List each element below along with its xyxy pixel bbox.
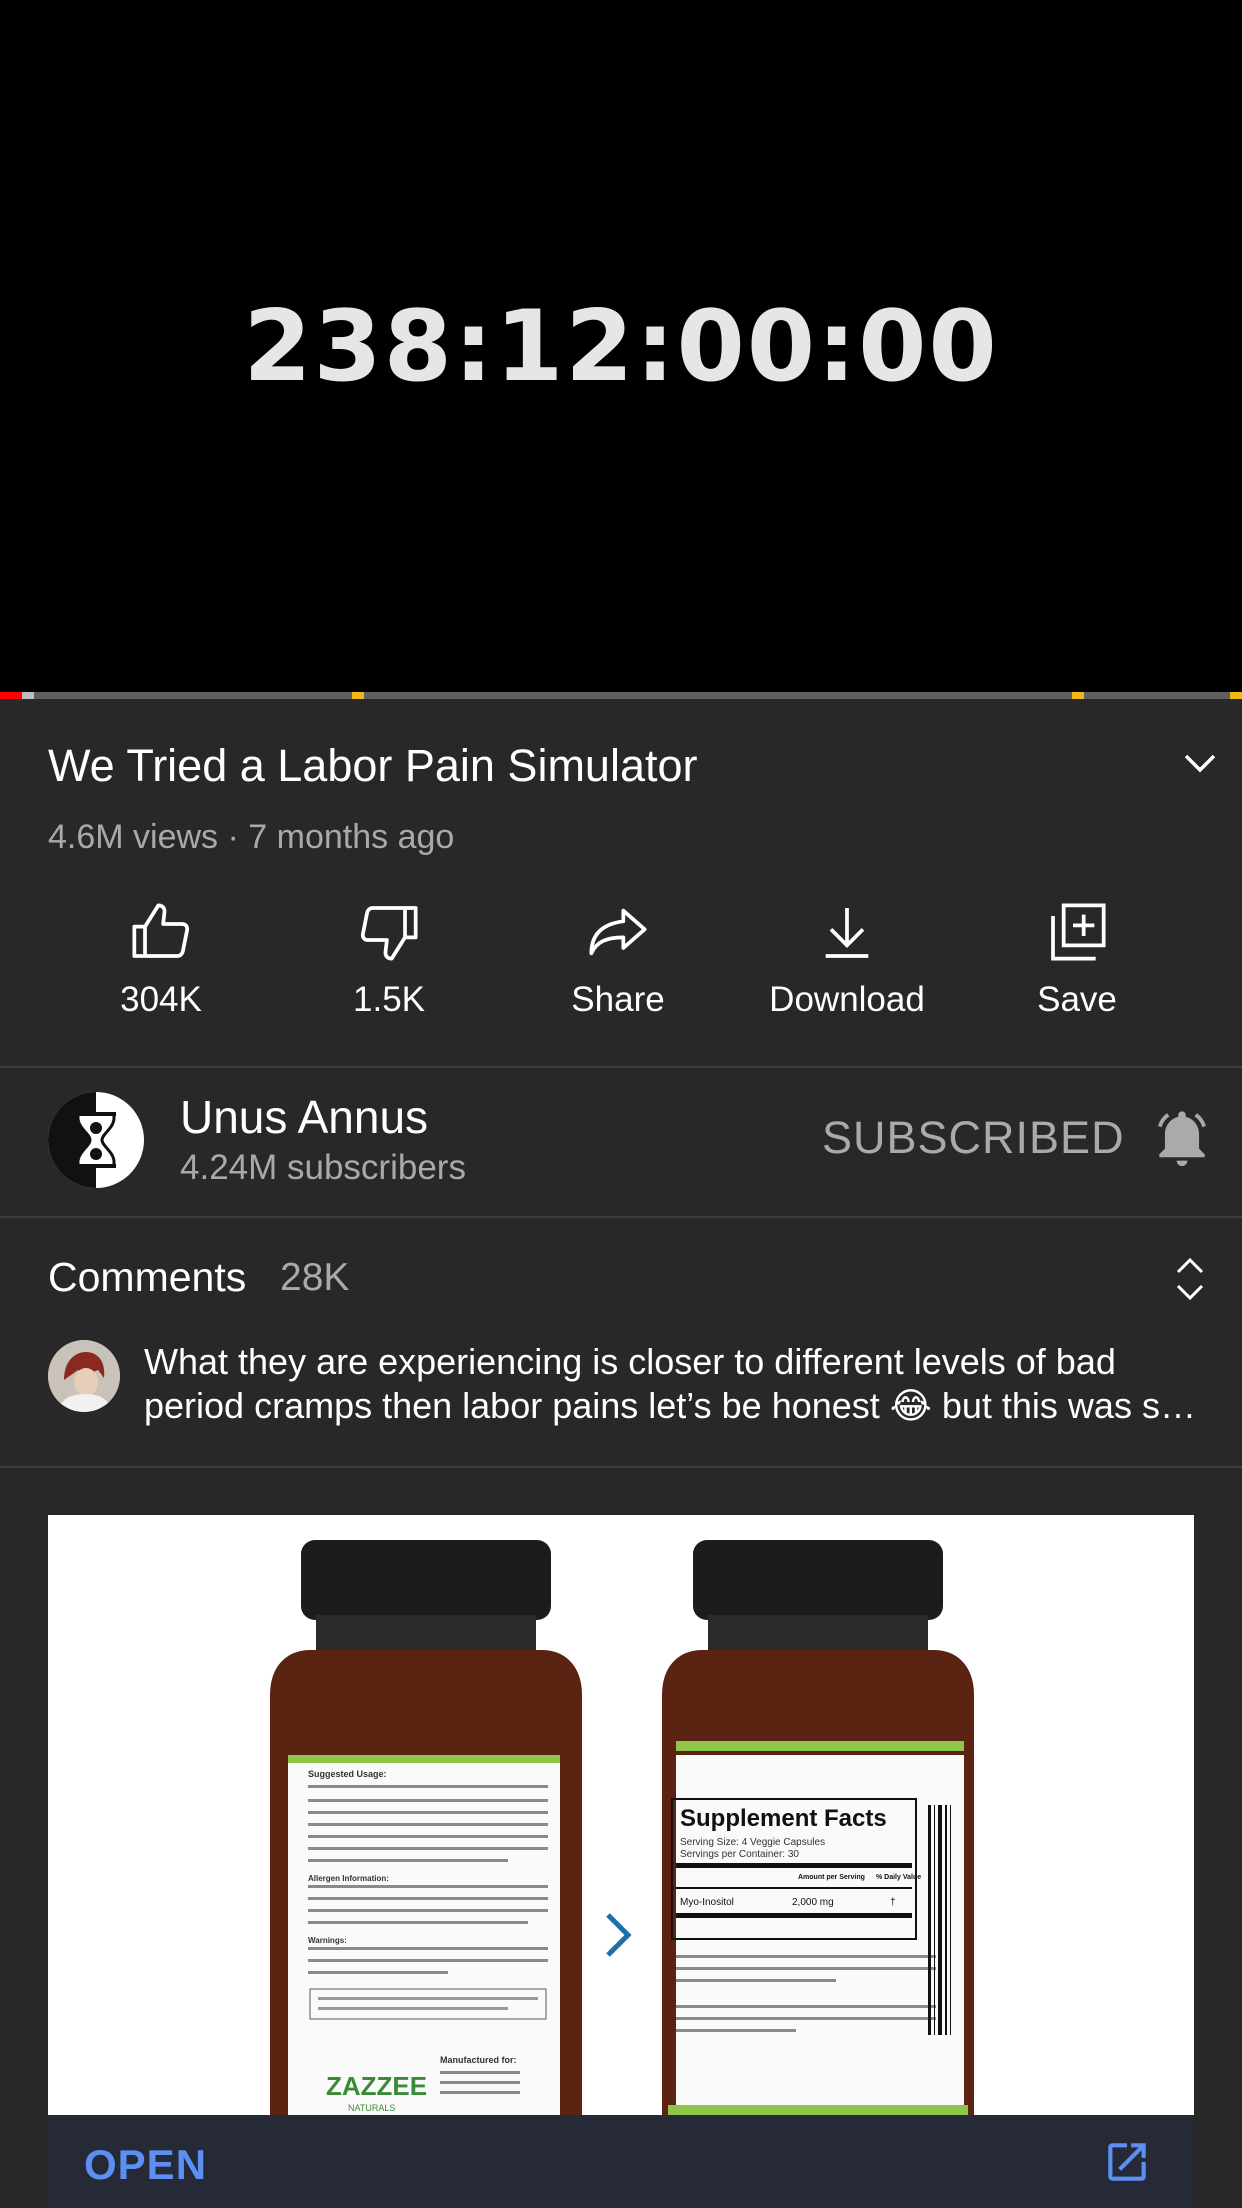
supplement-bottles-image: Suggested Usage: Allergen Information: W… (48, 1515, 1194, 2115)
comment-text-line: period cramps then labor pains let’s be … (144, 1385, 1196, 1426)
notification-bell-icon[interactable] (1150, 1106, 1214, 1170)
progress-played (0, 692, 22, 699)
dislike-count: 1.5K (353, 980, 425, 1019)
ad-image[interactable]: Suggested Usage: Allergen Information: W… (48, 1515, 1194, 2115)
share-label: Share (571, 980, 665, 1019)
channel-name[interactable]: Unus Annus (180, 1090, 428, 1144)
thumbs-up-icon (132, 903, 190, 958)
external-link-icon[interactable] (1102, 2137, 1152, 2187)
chevron-down-icon[interactable] (1180, 748, 1220, 778)
servings-per-container: Servings per Container: 30 (680, 1849, 799, 1860)
hourglass-logo-icon (48, 1092, 116, 1188)
brand-subtitle: NATURALS (348, 2103, 395, 2113)
player-countdown-text: 238:12:00:00 (243, 290, 999, 404)
ad-marker (1072, 692, 1084, 699)
download-icon (825, 908, 869, 958)
progress-buffer (22, 692, 34, 699)
usage-heading: Suggested Usage: (308, 1769, 387, 1779)
save-button[interactable]: Save (962, 900, 1192, 1030)
comments-count: 28K (280, 1256, 350, 1299)
divider (0, 1066, 1242, 1068)
action-bar: 304K 1.5K Share Download Save (0, 900, 1242, 1030)
ad-marker (1230, 692, 1242, 699)
ad-open-bar[interactable]: OPEN (48, 2115, 1194, 2208)
channel-avatar[interactable] (48, 1092, 144, 1188)
ingredient-name: Myo-Inositol (680, 1897, 734, 1908)
download-button[interactable]: Download (732, 900, 962, 1030)
download-label: Download (769, 980, 925, 1019)
video-player[interactable]: 238:12:00:00 (0, 0, 1242, 697)
allergen-heading: Allergen Information: (308, 1874, 389, 1883)
subscriber-count: 4.24M subscribers (180, 1148, 466, 1187)
amount-column: Amount per Serving (798, 1874, 865, 1881)
commenter-photo (48, 1340, 120, 1412)
ingredient-dv: † (890, 1897, 896, 1908)
expand-collapse-icon[interactable] (1172, 1254, 1208, 1304)
warnings-heading: Warnings: (308, 1936, 347, 1945)
add-to-playlist-icon (1051, 903, 1106, 961)
divider (0, 1216, 1242, 1218)
divider (0, 1466, 1242, 1468)
dislike-button[interactable]: 1.5K (274, 900, 504, 1030)
subscribed-button[interactable]: SUBSCRIBED (822, 1112, 1125, 1164)
save-label: Save (1037, 980, 1117, 1019)
video-meta: 4.6M views · 7 months ago (48, 818, 455, 856)
top-comment[interactable]: What they are experiencing is closer to … (144, 1340, 1204, 1428)
share-icon (589, 908, 647, 956)
manufacturer-heading: Manufactured for: (440, 2055, 517, 2065)
comments-heading[interactable]: Comments (48, 1254, 246, 1301)
brand-logo: ZAZZEE (326, 2071, 427, 2101)
supplement-facts-title: Supplement Facts (680, 1805, 887, 1832)
dv-column: % Daily Value (876, 1874, 921, 1881)
like-count: 304K (120, 980, 202, 1019)
share-button[interactable]: Share (503, 900, 733, 1030)
serving-size: Serving Size: 4 Veggie Capsules (680, 1837, 825, 1848)
video-title: We Tried a Labor Pain Simulator (48, 740, 698, 791)
ingredient-amount: 2,000 mg (792, 1897, 834, 1908)
open-button[interactable]: OPEN (84, 2141, 207, 2189)
like-button[interactable]: 304K (46, 900, 276, 1030)
video-progress-bar[interactable] (0, 692, 1242, 699)
comment-text-line: What they are experiencing is closer to … (144, 1341, 1116, 1382)
commenter-avatar[interactable] (48, 1340, 120, 1412)
ad-marker (352, 692, 364, 699)
thumbs-down-icon (360, 906, 418, 961)
